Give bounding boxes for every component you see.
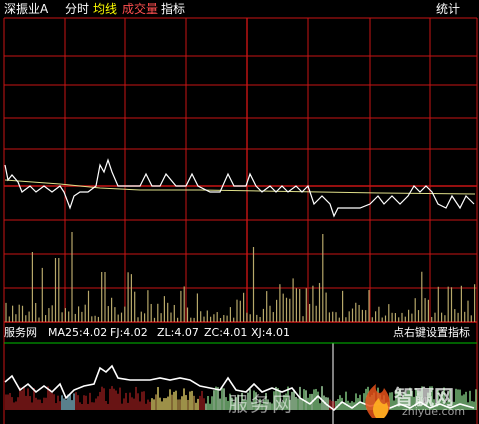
indicator-ma25: MA25:4.02: [48, 326, 108, 339]
volume-bars: [5, 232, 476, 322]
indicator-settings-hint[interactable]: 点右键设置指标: [393, 326, 470, 339]
indicator-zl: ZL:4.07: [157, 326, 199, 339]
price-lines: [4, 158, 476, 218]
indicator-zc: ZC:4.01: [204, 326, 248, 339]
indicator-xj: XJ:4.01: [251, 326, 290, 339]
chart-window: 深振业A 分时 均线 成交量 指标 统计 服务网 MA25:4.02 FJ:4.…: [0, 0, 479, 424]
watermark-text: 服务网: [228, 392, 294, 416]
average-line: [4, 179, 476, 195]
intraday-chart[interactable]: [0, 0, 479, 424]
price-line: [4, 158, 475, 218]
watermark-url: zhiyue.com: [402, 405, 466, 418]
indicator-fj: FJ:4.02: [110, 326, 148, 339]
indicator-name: 服务网: [4, 326, 37, 339]
chart-grid: [3, 17, 478, 424]
